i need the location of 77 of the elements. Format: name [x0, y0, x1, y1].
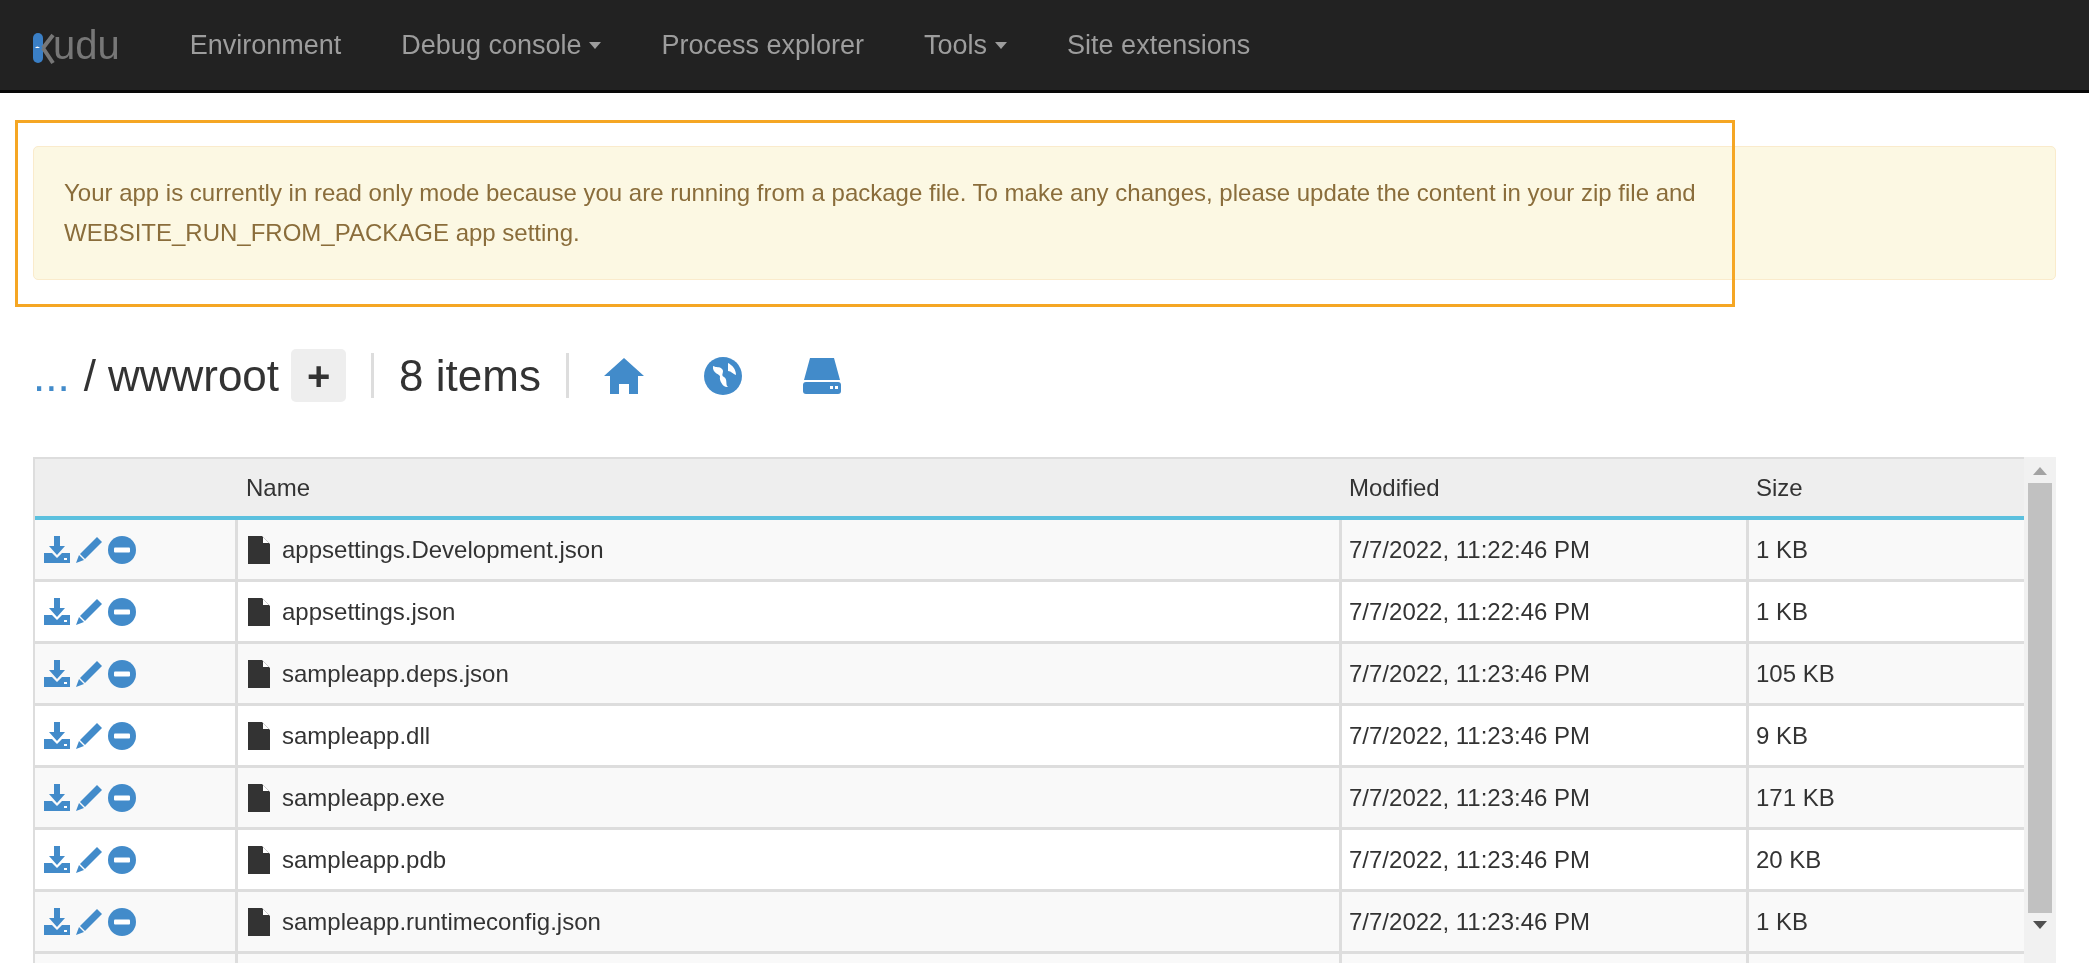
download-icon[interactable] — [44, 659, 70, 688]
column-header[interactable]: Size — [1749, 469, 2024, 506]
file-size: 1 KB — [1756, 534, 1809, 565]
pencil-icon[interactable] — [75, 721, 103, 750]
home-icon[interactable] — [603, 357, 644, 394]
alert-text: Your app is currently in read only mode because you are running from a package file. To make any changes, please update the content in your zip file and WEBSITE_RUN_FROM_PACKAGE app setting. — [64, 179, 1696, 246]
globe-icon[interactable] — [703, 356, 742, 395]
pencil-icon[interactable] — [75, 659, 103, 688]
download-icon[interactable] — [44, 721, 70, 750]
pencil-icon[interactable] — [75, 845, 103, 874]
nav-link[interactable]: Environment — [189, 24, 342, 66]
download-icon[interactable] — [44, 535, 70, 564]
file-row[interactable]: sampleapp.deps.json 7/7/2022, 11:23:46 PM 105 KB — [35, 644, 2024, 706]
modified-date: 7/7/2022, 11:23:46 PM — [1349, 782, 1591, 813]
file-icon — [248, 845, 270, 874]
delete-icon[interactable] — [108, 721, 136, 750]
add-button[interactable]: + — [291, 349, 347, 402]
download-icon[interactable] — [44, 907, 70, 936]
file-name: sampleapp.deps.json — [282, 658, 509, 689]
file-name: appsettings.Development.json — [282, 534, 604, 565]
delete-icon[interactable] — [108, 535, 136, 564]
modified-date: 7/7/2022, 11:23:46 PM — [1349, 844, 1591, 875]
nav-link[interactable]: Debug console — [401, 24, 602, 66]
file-name: sampleapp.runtimeconfig.json — [282, 906, 601, 937]
file-name: appsettings.json — [282, 596, 456, 627]
file-icon — [248, 659, 270, 688]
scrollbar[interactable] — [2024, 457, 2056, 963]
file-size: 171 KB — [1756, 782, 1835, 813]
delete-icon[interactable] — [108, 597, 136, 626]
pencil-icon[interactable] — [75, 907, 103, 936]
file-name: sampleapp.exe — [282, 782, 445, 813]
parent-folder-link[interactable]: ... — [33, 342, 70, 409]
file-size: 9 KB — [1756, 720, 1809, 751]
pencil-icon[interactable] — [75, 535, 103, 564]
drive-icon[interactable] — [801, 357, 842, 394]
column-header[interactable]: Name — [238, 469, 1342, 506]
scroll-up-icon[interactable] — [2033, 467, 2047, 475]
file-icon — [248, 783, 270, 812]
modified-date: 7/7/2022, 11:23:46 PM — [1349, 720, 1591, 751]
file-row[interactable]: sampleapp.runtimeconfig.json 7/7/2022, 11:23:46 PM 1 KB — [35, 892, 2024, 954]
column-header[interactable]: Modified — [1342, 469, 1749, 506]
file-size: 105 KB — [1756, 658, 1835, 689]
delete-icon[interactable] — [108, 659, 136, 688]
file-icon — [248, 907, 270, 936]
nav-link[interactable]: Site extensions — [1067, 24, 1251, 66]
file-row[interactable]: appsettings.Development.json 7/7/2022, 11:22:46 PM 1 KB — [35, 520, 2024, 582]
file-row[interactable]: sampleapp.exe 7/7/2022, 11:23:46 PM 171 KB — [35, 768, 2024, 830]
delete-icon[interactable] — [108, 783, 136, 812]
modified-date: 7/7/2022, 11:22:46 PM — [1349, 596, 1591, 627]
file-row[interactable]: sampleapp.pdb 7/7/2022, 11:23:46 PM 20 KB — [35, 830, 2024, 892]
folder-name: wwwroot — [107, 349, 280, 402]
file-size: 1 KB — [1756, 906, 1809, 937]
modified-date: 7/7/2022, 11:22:46 PM — [1349, 534, 1591, 565]
file-row[interactable]: sampleapp.dll 7/7/2022, 11:23:46 PM 9 KB — [35, 706, 2024, 768]
logo-text: udu — [53, 25, 120, 65]
file-size: 1 KB — [1756, 596, 1809, 627]
item-count: 8 items — [399, 349, 541, 402]
file-name: sampleapp.dll — [282, 720, 431, 751]
scroll-down-icon[interactable] — [2033, 921, 2047, 929]
file-icon — [248, 721, 270, 750]
file-icon — [248, 535, 270, 564]
modified-date: 7/7/2022, 11:23:46 PM — [1349, 906, 1591, 937]
delete-icon[interactable] — [108, 907, 136, 936]
nav-link[interactable]: Tools — [924, 24, 1008, 66]
path-separator: / — [83, 349, 96, 402]
download-icon[interactable] — [44, 783, 70, 812]
file-row[interactable]: appsettings.json 7/7/2022, 11:22:46 PM 1 KB — [35, 582, 2024, 644]
nav-link[interactable]: Process explorer — [661, 24, 865, 66]
download-icon[interactable] — [44, 597, 70, 626]
file-icon — [248, 597, 270, 626]
pencil-icon[interactable] — [75, 783, 103, 812]
pencil-icon[interactable] — [75, 597, 103, 626]
modified-date: 7/7/2022, 11:23:46 PM — [1349, 658, 1591, 689]
file-size: 20 KB — [1756, 844, 1822, 875]
download-icon[interactable] — [44, 845, 70, 874]
file-name: sampleapp.pdb — [282, 844, 447, 875]
delete-icon[interactable] — [108, 845, 136, 874]
